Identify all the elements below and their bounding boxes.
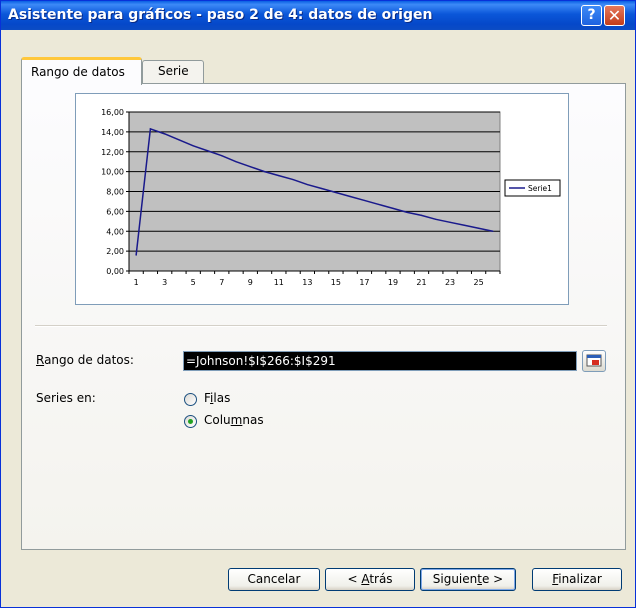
data-point [435, 218, 437, 220]
y-tick-label: 16,00 [101, 108, 124, 117]
y-tick-label: 14,00 [101, 128, 124, 137]
data-point [363, 199, 366, 202]
x-tick-label: 25 [474, 278, 484, 287]
data-point [449, 221, 451, 223]
data-point [349, 195, 351, 198]
back-button[interactable]: < Atrás [325, 568, 415, 591]
range-label: Rango de datos: [36, 353, 134, 367]
y-tick-label: 10,00 [101, 168, 124, 177]
data-point [263, 171, 266, 173]
x-tick-label: 11 [274, 278, 284, 287]
series-in-label: Series en: [36, 391, 96, 405]
radio-columnas[interactable] [184, 415, 197, 428]
chart-wizard-dialog: Asistente para gráficos - paso 2 de 4: d… [0, 0, 636, 608]
x-tick-label: 1 [134, 278, 139, 287]
next-button[interactable]: Siguiente > [420, 568, 516, 591]
data-point [492, 230, 494, 232]
data-point [206, 150, 209, 152]
tab-rango-de-datos[interactable]: Rango de datos [21, 57, 142, 85]
data-point [420, 214, 423, 216]
data-point [164, 133, 166, 135]
data-point [378, 203, 380, 206]
data-point [292, 178, 294, 181]
collapse-dialog-button[interactable] [582, 350, 606, 372]
line-chart: 0,00 2,00 4,00 6,00 8,00 10,00 12,00 14,00 16,00… [101, 108, 561, 287]
range-label-text: ango de datos: [44, 353, 134, 367]
data-point [406, 211, 408, 213]
x-tick-label: 19 [388, 278, 398, 287]
radio-columnas-label[interactable]: Columnas [204, 413, 264, 427]
radio-filas-label[interactable]: Filas [204, 391, 230, 405]
data-point [278, 175, 280, 177]
tab-serie-label: Serie [158, 64, 189, 78]
data-point [306, 183, 308, 186]
y-tick-label: 8,00 [106, 188, 124, 197]
x-tick-label: 17 [359, 278, 369, 287]
x-tick-label: 23 [445, 278, 455, 287]
x-tick-label: 13 [302, 278, 312, 287]
radio-filas[interactable] [184, 393, 197, 406]
data-point [392, 207, 394, 209]
window-title: Asistente para gráficos - paso 2 de 4: d… [8, 7, 433, 23]
data-point [321, 187, 323, 190]
data-point [192, 145, 194, 147]
legend-label: Serie1 [528, 184, 552, 193]
data-point [135, 254, 137, 256]
cancel-button[interactable]: Cancelar [228, 568, 320, 591]
data-point [477, 227, 480, 229]
data-point [463, 224, 465, 226]
separator [35, 325, 607, 327]
y-tick-label: 6,00 [106, 207, 124, 216]
data-point [249, 166, 251, 168]
x-tick-label: 3 [162, 278, 167, 287]
help-button[interactable]: ? [581, 5, 602, 26]
x-tick-label: 9 [248, 278, 253, 287]
data-range-input[interactable]: =Johnson!$I$266:$I$291 [183, 351, 577, 371]
data-point [335, 191, 337, 194]
radio-selected-dot [188, 419, 193, 424]
data-point [178, 139, 180, 141]
title-bar[interactable]: Asistente para gráficos - paso 2 de 4: d… [1, 1, 635, 30]
y-tick-label: 12,00 [101, 148, 124, 157]
finish-button[interactable]: Finalizar [532, 568, 622, 591]
y-tick-label: 4,00 [106, 227, 124, 236]
chart-preview: 0,00 2,00 4,00 6,00 8,00 10,00 12,00 14,00 16,00… [75, 93, 569, 305]
tab-rango-de-datos-label: Rango de datos [31, 65, 125, 79]
x-tick-label: 15 [331, 278, 341, 287]
data-point [235, 161, 237, 163]
x-tick-label: 21 [416, 278, 426, 287]
x-tick-label: 5 [191, 278, 196, 287]
y-tick-label: 0,00 [106, 267, 124, 276]
range-select-icon [586, 354, 602, 367]
data-point [221, 155, 223, 157]
tab-serie[interactable]: Serie [142, 60, 204, 83]
x-tick-label: 7 [219, 278, 224, 287]
data-point [149, 128, 152, 130]
y-tick-label: 2,00 [106, 247, 124, 256]
close-button[interactable]: ✕ [604, 5, 625, 26]
